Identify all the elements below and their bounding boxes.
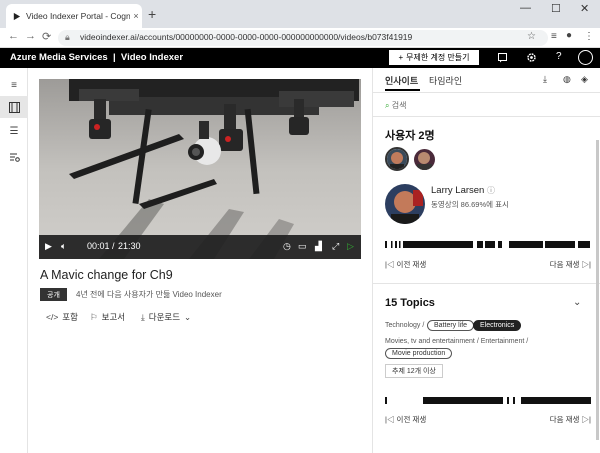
next-play-icon[interactable]: ▷ [347,241,354,252]
globe-icon[interactable]: ◍ [563,74,571,85]
more-topics-button[interactable]: 추제 12개 이상 [385,364,443,378]
app-header: Azure Media Services | Video Indexer + 무… [0,48,600,68]
topic-category: Movies, tv and entertainment / Entertain… [385,338,529,345]
layers-icon[interactable]: ◈ [581,74,588,85]
hamburger-menu-icon[interactable]: ≡ [0,74,28,96]
active-tab-indicator [385,89,420,91]
left-rail: ≡ ☰ [0,68,28,453]
previous-topic-button[interactable]: |◁ 이전 재생 [385,415,426,424]
current-time: 00:01 [87,241,110,251]
divider [373,283,600,284]
download-icon: ⤓ [141,312,145,322]
person-nav: |◁ 이전 재생 다음 재생 ▷| [385,259,591,270]
info-icon[interactable]: ⓘ [487,186,495,195]
embed-button[interactable]: </> 포함 [46,311,78,323]
topic-nav: |◁ 이전 재생 다음 재생 ▷| [385,414,591,425]
total-time: 21:30 [118,241,141,251]
panel-scrollbar[interactable] [596,140,599,440]
download-button[interactable]: ⤓ 다운로드 ⌄ [141,311,195,323]
divider [373,116,600,117]
lock-icon: 🔒︎ [65,32,70,42]
plus-icon: + [398,53,404,62]
person-appearance: 동영상의 86.69%에 표시 [431,200,509,209]
player-controls: ▶ 🔈︎ 00:01 / 21:30 ◷ ▭ ▟ ⤢ ▷ [39,235,361,259]
volume-icon[interactable]: 🔈︎ [61,241,66,252]
help-icon[interactable]: ? [556,51,562,62]
topic-chip-selected[interactable]: Electronics [473,320,522,331]
profile-icon[interactable]: ● [566,30,572,41]
play-icon[interactable]: ▶ [45,241,52,252]
minimize-button[interactable]: — [520,2,531,14]
topic-category: Technology / [385,322,425,329]
quality-icon[interactable]: ▟ [315,241,322,252]
user-avatar-icon[interactable] [578,50,593,65]
time-separator: / [112,241,115,251]
feedback-icon[interactable] [498,53,507,63]
insights-panel: 인사이트 타임라인 ⤓ ◍ ◈ ⌕ 검색 사용자 2명 Larry Larsen… [372,68,600,453]
person-timeline[interactable] [385,241,591,248]
gear-icon[interactable] [526,52,537,63]
chevron-down-icon: ⌄ [184,312,192,322]
captions-icon[interactable]: ▭ [298,241,307,252]
list-icon[interactable]: ☰ [0,120,28,142]
video-library-icon[interactable] [0,96,28,118]
bookmark-star-icon[interactable]: ☆ [527,31,536,42]
topic-timeline[interactable] [385,397,591,404]
address-bar[interactable]: 🔒︎ videoindexer.ai/accounts/00000000-000… [58,30,548,46]
person-thumbnail-1[interactable] [385,147,409,171]
reload-icon[interactable]: ⟳ [42,30,51,43]
settings-list-icon[interactable] [0,146,28,168]
close-window-button[interactable]: ✕ [580,2,589,15]
report-button[interactable]: ⚐ 보고서 [90,311,125,323]
app-brand[interactable]: Azure Media Services | Video Indexer [10,52,183,63]
browser-toolbar: ← → ⟳ 🔒︎ videoindexer.ai/accounts/000000… [0,28,600,48]
previous-appearance-button[interactable]: |◁ 이전 재생 [385,260,426,269]
new-tab-button[interactable]: + [148,6,156,22]
back-arrow-icon[interactable]: ← [8,30,19,42]
tab-close-icon[interactable]: × [130,11,142,21]
video-player[interactable] [39,79,361,259]
video-frame-image [39,79,361,259]
create-account-button[interactable]: + 무제한 계정 만들기 [389,50,479,65]
address-bar-url: videoindexer.ai/accounts/00000000-0000-0… [80,32,413,42]
topic-chip[interactable]: Battery life [427,320,475,331]
create-account-label: 무제한 계정 만들기 [406,53,470,62]
playback-speed-icon[interactable]: ◷ [283,241,291,252]
fullscreen-icon[interactable]: ⤢ [332,241,339,252]
play-favicon-icon [13,12,21,20]
reading-list-icon[interactable]: ≡ [551,31,557,42]
maximize-button[interactable]: ☐ [551,2,561,15]
video-title: A Mavic change for Ch9 [40,268,173,282]
topics-section-title: 15 Topics [385,297,435,309]
search-icon: ⌕ [385,101,390,110]
tab-timeline[interactable]: 타임라인 [429,74,462,87]
people-section-title: 사용자 2명 [385,130,435,142]
browser-tab-strip: Video Indexer Portal - Cognitive × + — ☐… [0,0,600,28]
divider [373,92,600,93]
next-appearance-button[interactable]: 다음 재생 ▷| [550,259,591,270]
person-photo [385,184,425,224]
flag-icon: ⚐ [90,312,98,322]
video-meta: 4년 전에 다음 사용자가 만듦 Video Indexer [76,290,222,299]
visibility-badge: 공개 [40,288,67,301]
chevron-down-icon[interactable]: ⌄ [573,297,581,308]
next-topic-button[interactable]: 다음 재생 ▷| [550,414,591,425]
browser-tab-title: Video Indexer Portal - Cognitive [26,11,130,21]
search-input[interactable]: ⌕ 검색 [385,100,406,111]
person-thumbnail-2[interactable] [414,149,435,170]
browser-menu-icon[interactable]: ⋮ [584,31,594,42]
person-name: Larry Larsen ⓘ [431,185,495,196]
forward-arrow-icon[interactable]: → [25,30,36,42]
code-icon: </> [46,312,59,322]
download-insights-icon[interactable]: ⤓ [543,74,547,85]
browser-tab[interactable]: Video Indexer Portal - Cognitive × [6,4,142,28]
topic-chip[interactable]: Movie production [385,348,453,359]
tab-insights[interactable]: 인사이트 [385,74,418,87]
